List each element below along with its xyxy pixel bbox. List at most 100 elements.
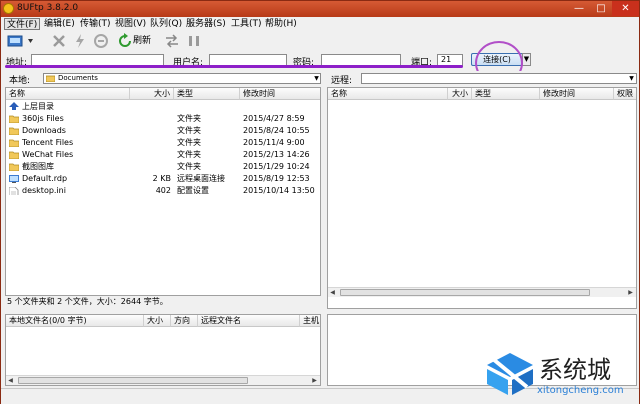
app-logo-icon [3,3,14,14]
menu-edit[interactable]: 编辑(E) [42,18,77,30]
watermark-site: xitongcheng.com [537,385,624,396]
file-name: WeChat Files [22,150,74,159]
site-manager-button[interactable] [5,33,35,49]
minimize-button[interactable]: — [568,1,590,16]
local-file-row[interactable]: desktop.ini 402 配置设置 2015/10/14 13:50 [6,185,320,197]
watermark: 系统城 xitongcheng.com [485,349,635,399]
window-title: 8UFtp 3.8.2.0 [17,3,79,13]
file-modified: 2015/10/14 13:50 [243,186,315,195]
file-type: 文件夹 [177,114,201,123]
connection-bar: 地址: 用户名: 密码: 端口: 21 连接(C) ▼ [1,51,639,71]
local-file-row[interactable]: 截图图库 文件夹 2015/1/29 10:24 [6,161,320,173]
remote-horizontal-scrollbar[interactable]: ◀ ▶ [328,287,636,297]
menu-queue[interactable]: 队列(Q) [148,18,184,30]
queue-col-size[interactable]: 大小 [144,315,171,327]
remote-scroll-thumb[interactable] [340,289,590,296]
file-size: 402 [155,186,171,195]
local-status-bar: 5 个文件夹和 2 个文件，大小：2644 字节。 [5,296,321,308]
watermark-logo-icon [487,353,533,395]
local-file-row[interactable]: Tencent Files 文件夹 2015/11/4 9:00 [6,137,320,149]
maximize-button[interactable]: □ [590,1,612,16]
file-modified: 2015/11/4 9:00 [243,138,305,147]
scroll-left-icon[interactable]: ◀ [328,288,337,297]
disconnect-icon[interactable] [93,33,109,49]
remote-col-permissions[interactable]: 权限 [614,88,636,100]
pause-icon[interactable] [186,33,202,49]
local-status-text: 5 个文件夹和 2 个文件，大小：2644 字节。 [7,297,168,306]
file-size: 2 KB [152,174,171,183]
file-name: Default.rdp [22,174,68,183]
local-path-label: 本地: [9,76,31,86]
connect-dropdown-icon[interactable]: ▼ [522,53,531,66]
local-col-modified[interactable]: 修改时间 [240,88,320,100]
menu-transfer[interactable]: 传输(T) [78,18,113,30]
queue-horizontal-scrollbar[interactable]: ◀ ▶ [6,375,320,385]
annotation-underline [5,65,463,68]
stop-icon[interactable] [51,33,67,49]
remote-file-list: 名称 大小 类型 修改时间 权限 ◀ ▶ [327,87,637,309]
remote-col-type[interactable]: 类型 [472,88,540,100]
file-name: desktop.ini [22,186,66,195]
title-bar[interactable]: 8UFtp 3.8.2.0 — □ ✕ [1,1,639,17]
local-path-bar: 本地: Documents ▼ [5,71,321,86]
file-type: 文件夹 [177,150,201,159]
file-name: 上层目录 [22,102,54,111]
local-file-row[interactable]: 上层目录 [6,101,320,113]
queue-col-host[interactable]: 主机 [300,315,320,327]
local-col-type[interactable]: 类型 [174,88,240,100]
queue-scroll-right-icon[interactable]: ▶ [310,376,319,385]
local-file-row[interactable]: Downloads 文件夹 2015/8/24 10:55 [6,125,320,137]
file-type: 远程桌面连接 [177,174,225,183]
local-path-value: Documents [58,74,98,82]
local-file-row[interactable]: WeChat Files 文件夹 2015/2/13 14:26 [6,149,320,161]
remote-col-modified[interactable]: 修改时间 [540,88,614,100]
app-window: 8UFtp 3.8.2.0 — □ ✕ 文件(F) 编辑(E) 传输(T) 视图… [0,0,640,404]
queue-col-local-file[interactable]: 本地文件名(0/0 字节) [6,315,144,327]
local-file-list: 名称 大小 类型 修改时间 上层目录 360js Files 文件夹 2015/4/2… [5,87,321,296]
local-path-input[interactable]: Documents [43,73,321,84]
menu-help[interactable]: 帮助(H) [263,18,299,30]
queue-col-remote-file[interactable]: 远程文件名 [198,315,300,327]
sync-icon[interactable] [164,33,180,49]
queue-scroll-thumb[interactable] [18,377,248,384]
local-col-size[interactable]: 大小 [130,88,174,100]
file-name: Tencent Files [22,138,74,147]
transfer-queue: 本地文件名(0/0 字节) 大小 方向 远程文件名 主机 ◀ ▶ [5,314,321,386]
file-modified: 2015/8/19 12:53 [243,174,310,183]
toolbar: 刷新 [1,31,639,51]
local-path-dropdown-icon[interactable]: ▼ [312,73,321,84]
remote-col-size[interactable]: 大小 [448,88,472,100]
watermark-brand: 系统城 [539,356,611,384]
remote-path-input[interactable] [361,73,637,84]
local-file-row[interactable]: 360js Files 文件夹 2015/4/27 8:59 [6,113,320,125]
refresh-button[interactable]: 刷新 [119,33,155,49]
remote-col-name[interactable]: 名称 [328,88,448,100]
scroll-right-icon[interactable]: ▶ [626,288,635,297]
local-file-row[interactable]: Default.rdp 2 KB 远程桌面连接 2015/8/19 12:53 [6,173,320,185]
file-type: 文件夹 [177,162,201,171]
close-button[interactable]: ✕ [612,1,639,16]
file-modified: 2015/8/24 10:55 [243,126,310,135]
file-modified: 2015/4/27 8:59 [243,114,305,123]
file-name: Downloads [22,126,66,135]
menu-view[interactable]: 视图(V) [113,18,148,30]
menu-server[interactable]: 服务器(S) [184,18,228,30]
queue-scroll-left-icon[interactable]: ◀ [6,376,15,385]
menu-bar: 文件(F) 编辑(E) 传输(T) 视图(V) 队列(Q) 服务器(S) 工具(… [1,17,639,31]
file-type: 配置设置 [177,186,209,195]
remote-path-dropdown-icon[interactable]: ▼ [627,73,636,84]
queue-col-direction[interactable]: 方向 [171,315,198,327]
file-name: 360js Files [22,114,64,123]
lightning-icon[interactable] [72,33,88,49]
refresh-icon [119,33,131,47]
file-name: 截图图库 [22,162,54,171]
folder-icon [46,75,55,82]
site-manager-icon [7,35,33,47]
remote-path-bar: 远程: ▼ [327,71,637,86]
file-type: 文件夹 [177,138,201,147]
remote-path-label: 远程: [331,76,353,86]
menu-tools[interactable]: 工具(T) [229,18,264,30]
local-col-name[interactable]: 名称 [6,88,130,100]
file-modified: 2015/2/13 14:26 [243,150,310,159]
menu-file[interactable]: 文件(F) [4,18,41,30]
